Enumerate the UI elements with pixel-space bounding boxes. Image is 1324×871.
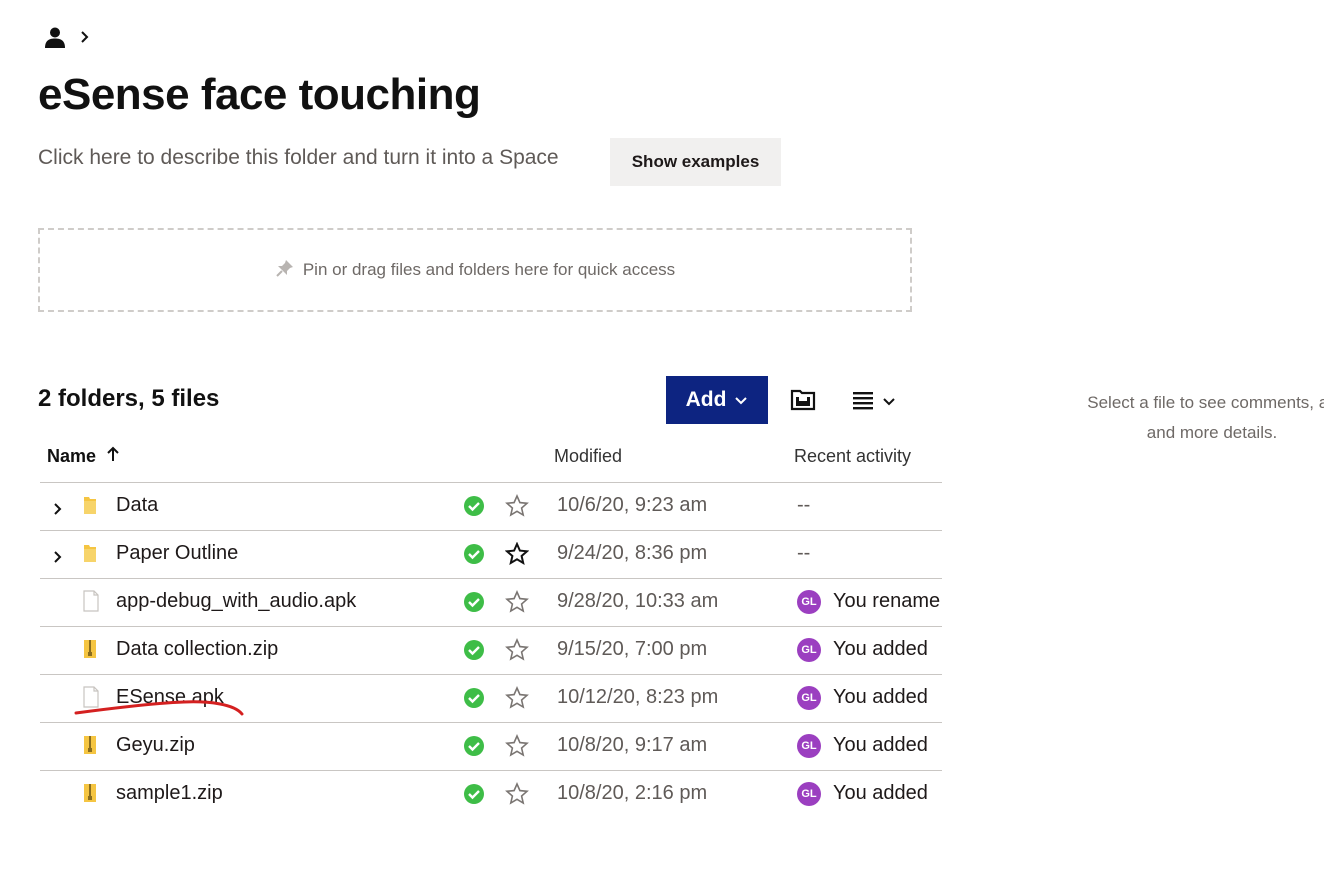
modified-date: 10/12/20, 8:23 pm (557, 686, 719, 708)
star-icon[interactable] (505, 734, 529, 764)
zip-file-icon (82, 782, 98, 810)
table-row[interactable]: sample1.zip 10/8/20, 2:16 pm GL You added (40, 771, 942, 818)
zip-file-icon (82, 638, 98, 666)
file-table: Name Modified Recent activity Data 10/6/2… (40, 436, 942, 818)
list-view-icon (852, 390, 874, 415)
hint-line-1: Select a file to see comments, ac (1087, 393, 1324, 412)
red-underline-annotation (74, 700, 244, 716)
sort-ascending-icon (106, 446, 120, 467)
star-icon[interactable] (505, 590, 529, 620)
star-icon[interactable] (505, 638, 529, 668)
file-name[interactable]: sample1.zip (116, 782, 223, 805)
sync-status-icon (463, 543, 485, 571)
modified-date: 10/6/20, 9:23 am (557, 494, 708, 516)
activity-column-header[interactable]: Recent activity (794, 446, 911, 467)
sync-status-icon (463, 591, 485, 619)
table-row[interactable]: Data 10/6/20, 9:23 am -- (40, 483, 942, 531)
pin-hint-text: Pin or drag files and folders here for q… (302, 260, 676, 279)
pin-icon (275, 258, 295, 283)
modified-date: 10/8/20, 2:16 pm (557, 782, 708, 804)
chevron-down-icon (882, 394, 896, 412)
folder-save-icon[interactable] (790, 388, 816, 412)
expand-chevron-icon[interactable] (53, 499, 63, 522)
modified-date: 9/24/20, 8:36 pm (557, 542, 708, 564)
hint-line-2: and more details. (1146, 423, 1278, 442)
modified-column-header[interactable]: Modified (554, 446, 622, 467)
add-label: Add (685, 388, 727, 411)
table-header: Name Modified Recent activity (40, 436, 942, 483)
file-name[interactable]: app-debug_with_audio.apk (116, 590, 356, 613)
recent-activity: -- (797, 494, 811, 516)
star-filled-icon[interactable] (504, 541, 530, 572)
folder-icon (82, 542, 98, 570)
modified-date: 9/28/20, 10:33 am (557, 590, 719, 612)
item-count: 2 folders, 5 files (38, 385, 220, 412)
table-row[interactable]: Paper Outline 9/24/20, 8:36 pm -- (40, 531, 942, 579)
sync-status-icon (463, 687, 485, 715)
folder-icon (82, 494, 98, 522)
add-button[interactable]: Add (666, 376, 768, 424)
file-name[interactable]: Data (116, 494, 158, 517)
star-icon[interactable] (505, 782, 529, 812)
star-icon[interactable] (505, 686, 529, 716)
modified-date: 9/15/20, 7:00 pm (557, 638, 708, 660)
pin-drop-zone[interactable]: Pin or drag files and folders here for q… (38, 228, 912, 312)
file-name[interactable]: Data collection.zip (116, 638, 278, 661)
table-row[interactable]: Geyu.zip 10/8/20, 9:17 am GL You added (40, 723, 942, 771)
avatar: GL (797, 782, 821, 806)
recent-activity: You added (833, 686, 928, 708)
zip-file-icon (82, 734, 98, 762)
avatar: GL (797, 734, 821, 758)
name-column-header[interactable]: Name (47, 446, 120, 467)
recent-activity: -- (797, 542, 811, 564)
view-options-button[interactable] (852, 390, 896, 415)
file-name[interactable]: Geyu.zip (116, 734, 195, 757)
recent-activity: You added (833, 638, 928, 660)
chevron-down-icon (734, 388, 748, 412)
sync-status-icon (463, 735, 485, 763)
sync-status-icon (463, 639, 485, 667)
table-body: Data 10/6/20, 9:23 am -- Paper Outline 9/24/… (40, 483, 942, 818)
modified-date: 10/8/20, 9:17 am (557, 734, 708, 756)
star-icon[interactable] (505, 494, 529, 524)
page-title: eSense face touching (38, 70, 481, 119)
file-icon (82, 590, 100, 618)
avatar: GL (797, 686, 821, 710)
details-panel-hint: Select a file to see comments, ac and mo… (1042, 388, 1324, 448)
user-icon[interactable] (44, 26, 66, 48)
show-examples-button[interactable]: Show examples (610, 138, 781, 186)
file-name[interactable]: Paper Outline (116, 542, 238, 565)
breadcrumb (44, 26, 90, 48)
sync-status-icon (463, 783, 485, 811)
name-column-label: Name (47, 446, 97, 466)
folder-description[interactable]: Click here to describe this folder and t… (38, 146, 559, 170)
recent-activity: You rename (833, 590, 941, 612)
avatar: GL (797, 638, 821, 662)
table-row[interactable]: app-debug_with_audio.apk 9/28/20, 10:33 a… (40, 579, 942, 627)
expand-chevron-icon[interactable] (53, 547, 63, 570)
recent-activity: You added (833, 734, 928, 756)
table-row[interactable]: Data collection.zip 9/15/20, 7:00 pm GL You… (40, 627, 942, 675)
avatar: GL (797, 590, 821, 614)
chevron-right-icon (80, 30, 90, 44)
recent-activity: You added (833, 782, 928, 804)
sync-status-icon (463, 495, 485, 523)
